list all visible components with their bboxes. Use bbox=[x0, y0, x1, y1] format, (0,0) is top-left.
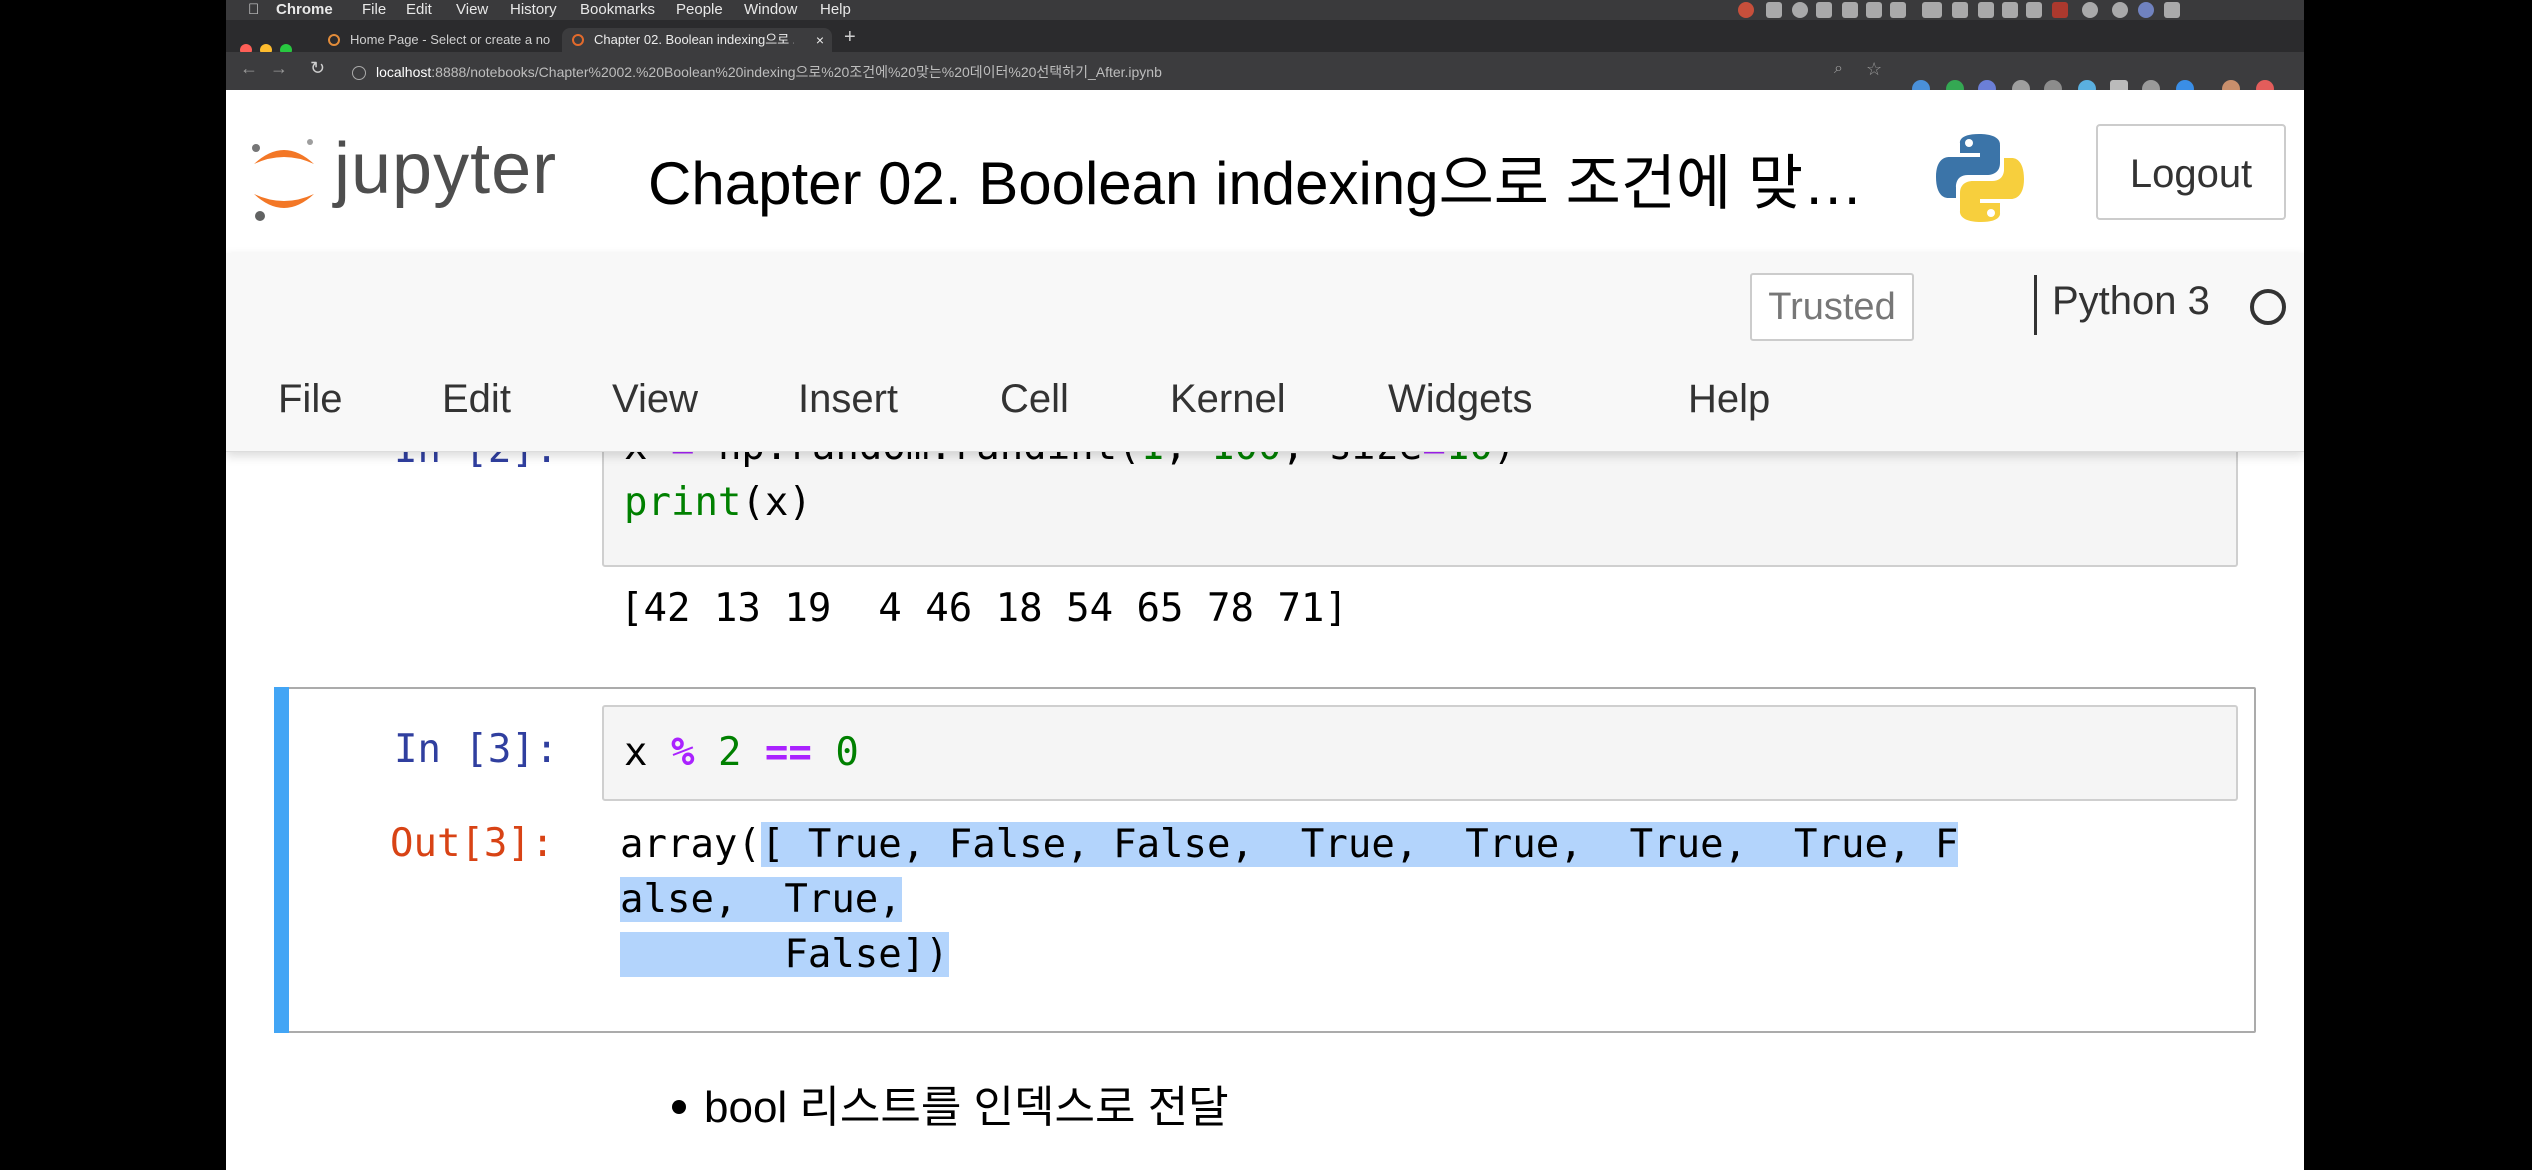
airplay-icon[interactable] bbox=[1952, 2, 1968, 18]
code-token: 0 bbox=[835, 730, 859, 775]
eject-icon[interactable] bbox=[2002, 2, 2018, 18]
tray-icon-2[interactable] bbox=[1792, 2, 1808, 18]
flag-icon[interactable] bbox=[2052, 2, 2068, 18]
new-tab-icon[interactable]: + bbox=[844, 26, 856, 49]
tray-icon-5[interactable] bbox=[1890, 2, 1906, 18]
battery-icon[interactable] bbox=[1922, 2, 1942, 18]
code-token: % bbox=[670, 730, 695, 775]
menu-cell[interactable]: Cell bbox=[1000, 377, 1069, 422]
clock-icon[interactable] bbox=[2082, 2, 2098, 18]
os-menu-edit[interactable]: Edit bbox=[406, 1, 432, 19]
cell3-selection-bar bbox=[274, 687, 289, 1033]
forward-icon[interactable]: → bbox=[270, 58, 288, 79]
cell3-output-line2[interactable]: alse, True, bbox=[620, 872, 902, 927]
search-icon[interactable] bbox=[2112, 2, 2128, 18]
output-prefix: array( bbox=[620, 822, 761, 867]
os-menu-history[interactable]: History bbox=[510, 1, 557, 19]
output-selected-text: alse, True, bbox=[620, 877, 902, 922]
menu-widgets[interactable]: Widgets bbox=[1388, 377, 1533, 422]
code-token: == bbox=[764, 730, 812, 775]
jupyter-logo-icon[interactable] bbox=[244, 132, 324, 222]
menu-edit[interactable]: Edit bbox=[442, 377, 511, 422]
siri-icon[interactable] bbox=[2138, 2, 2154, 18]
os-menubar:  Chrome File Edit View History Bookmark… bbox=[226, 0, 2304, 20]
reload-icon[interactable]: ↻ bbox=[310, 58, 325, 79]
kernel-idle-icon bbox=[2250, 289, 2286, 325]
os-menu-app[interactable]: Chrome bbox=[276, 1, 333, 19]
site-info-icon[interactable] bbox=[352, 66, 366, 80]
os-menu-bookmarks[interactable]: Bookmarks bbox=[580, 1, 655, 19]
markdown-bullet-item[interactable]: bool 리스트를 인덱스로 전달 bbox=[672, 1071, 1229, 1135]
bookmark-star-icon[interactable]: ☆ bbox=[1866, 59, 1882, 80]
volume-icon[interactable] bbox=[2026, 2, 2042, 18]
tray-icon-1[interactable] bbox=[1766, 2, 1782, 18]
menu-view[interactable]: View bbox=[612, 377, 698, 422]
notebook-favicon-icon bbox=[572, 34, 584, 46]
list-icon[interactable] bbox=[2164, 2, 2180, 18]
python-logo-icon bbox=[1936, 134, 2024, 222]
os-menu-file[interactable]: File bbox=[362, 1, 386, 19]
cell2-code-line2: print(x) bbox=[624, 475, 812, 530]
menu-kernel[interactable]: Kernel bbox=[1170, 377, 1286, 422]
cell3-code-line: x % 2 == 0 bbox=[624, 725, 859, 780]
apple-icon[interactable]:  bbox=[248, 1, 259, 19]
output-selected-text: [ True, False, False, True, True, True, … bbox=[760, 822, 1959, 867]
menu-insert[interactable]: Insert bbox=[798, 377, 898, 422]
code-token: ( bbox=[741, 480, 765, 525]
url-path: :8888/notebooks/Chapter%2002.%20Boolean%… bbox=[431, 64, 1162, 80]
os-menu-view[interactable]: View bbox=[456, 1, 488, 19]
os-menu-people[interactable]: People bbox=[676, 1, 723, 19]
zoom-icon[interactable]: ⌕ bbox=[1834, 60, 1843, 78]
code-token: print bbox=[624, 480, 742, 525]
cell3-output-line3[interactable]: False]) bbox=[620, 927, 949, 982]
wifi-icon[interactable] bbox=[1978, 2, 1994, 18]
kernel-divider bbox=[2034, 275, 2037, 335]
close-tab-icon[interactable]: × bbox=[816, 28, 824, 52]
tray-icon-4[interactable] bbox=[1866, 2, 1882, 18]
cloud-icon[interactable] bbox=[1816, 2, 1832, 18]
tab-title: Home Page - Select or create a notebook bbox=[350, 32, 550, 47]
code-token: x bbox=[624, 730, 648, 775]
code-token: ) bbox=[788, 480, 812, 525]
jupyter-header: jupyter Chapter 02. Boolean indexing으로 조… bbox=[226, 90, 2304, 254]
menu-file[interactable]: File bbox=[278, 377, 342, 422]
address-bar[interactable]: localhost:8888/notebooks/Chapter%2002.%2… bbox=[344, 60, 1884, 84]
cell3-output-line1[interactable]: array([ True, False, False, True, True, … bbox=[620, 817, 1959, 872]
bullet-icon bbox=[672, 1100, 686, 1114]
menu-help[interactable]: Help bbox=[1688, 377, 1770, 422]
notebook-title[interactable]: Chapter 02. Boolean indexing으로 조건에 맞… bbox=[648, 135, 1863, 222]
url-host: localhost bbox=[376, 64, 432, 80]
os-menu-window[interactable]: Window bbox=[744, 1, 797, 19]
cell3-output-prompt: Out[3]: bbox=[390, 821, 555, 866]
browser-window:  Chrome File Edit View History Bookmark… bbox=[226, 0, 2304, 1170]
cell3-input-prompt: In [3]: bbox=[394, 727, 559, 772]
os-menu-help[interactable]: Help bbox=[820, 1, 851, 19]
output-selected-text: False]) bbox=[620, 932, 949, 977]
logout-button[interactable]: Logout bbox=[2096, 124, 2286, 220]
kernel-name[interactable]: Python 3 bbox=[2052, 279, 2210, 324]
record-icon[interactable] bbox=[1738, 2, 1754, 18]
jupyter-wordmark[interactable]: jupyter bbox=[334, 128, 557, 210]
cell3-input-area[interactable]: x % 2 == 0 bbox=[602, 705, 2238, 801]
notebook-container: In [2]: x = np.random.randint(1, 100, si… bbox=[226, 391, 2304, 1170]
tab-title: Chapter 02. Boolean indexing으로 조건에 맞는 데이… bbox=[594, 32, 794, 47]
jupyter-favicon-icon bbox=[328, 34, 340, 46]
code-token: x bbox=[764, 480, 789, 525]
code-token: 2 bbox=[717, 730, 742, 775]
markdown-text: bool 리스트를 인덱스로 전달 bbox=[704, 1083, 1229, 1132]
tab-chapter02[interactable]: Chapter 02. Boolean indexing으로 조건에 맞는 데이… bbox=[562, 28, 832, 52]
back-icon[interactable]: ← bbox=[240, 58, 258, 79]
notebook-menubar: Trusted Python 3 File Edit View Insert C… bbox=[226, 253, 2304, 452]
tray-icon-3[interactable] bbox=[1842, 2, 1858, 18]
cell2-output: [42 13 19 4 46 18 54 65 78 71] bbox=[620, 586, 1348, 631]
trusted-indicator[interactable]: Trusted bbox=[1750, 273, 1914, 341]
